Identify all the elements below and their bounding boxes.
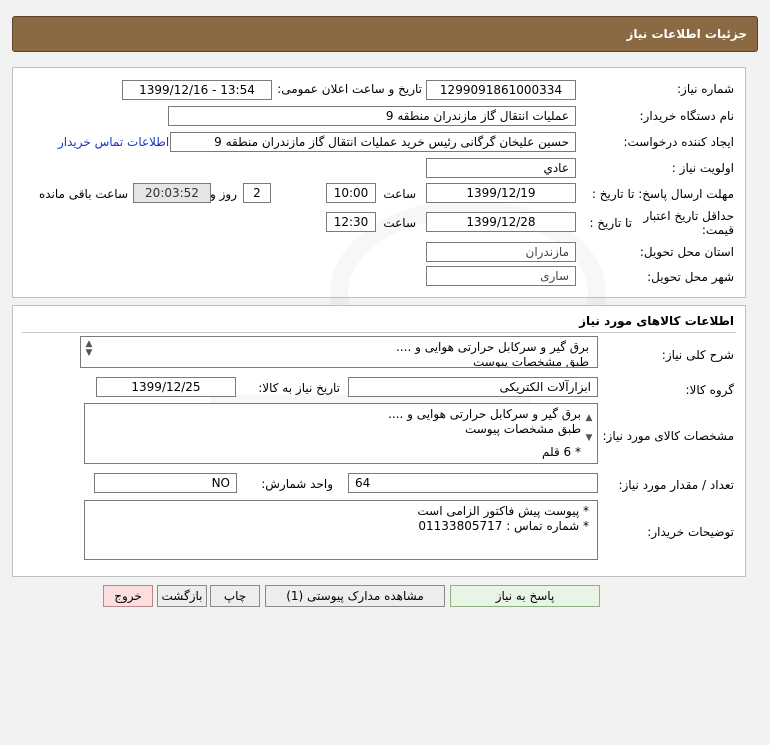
deadline-label: مهلت ارسال پاسخ: تا تاریخ : bbox=[591, 187, 734, 201]
notes-line-2: * شماره تماس : 01133805717 bbox=[418, 519, 589, 533]
specs-label: مشخصات کالای مورد نیاز: bbox=[602, 429, 734, 443]
buyer-org-field: عملیات انتقال گاز مازندران منطقه 9 bbox=[168, 106, 576, 126]
remaining-label: ساعت باقی مانده bbox=[38, 187, 128, 201]
validity-time-field: 12:30 bbox=[326, 212, 376, 232]
requester-field: حسین علیخان گرگانی رئیس خرید عملیات انتق… bbox=[170, 132, 576, 152]
days-remaining-field: 2 bbox=[243, 183, 271, 203]
summary-textarea[interactable]: ▲ ▼ برق گیر و سرکابل حرارتی هوایی و .... … bbox=[80, 336, 598, 368]
requester-label: ایجاد کننده درخواست: bbox=[623, 135, 734, 149]
specs-line-1: برق گیر و سرکابل حرارتی هوایی و .... bbox=[388, 407, 581, 421]
unit-label: واحد شمارش: bbox=[261, 477, 333, 491]
city-label: شهر محل تحویل: bbox=[647, 270, 734, 284]
specs-line-2: طبق مشخصات پیوست bbox=[464, 422, 581, 436]
specs-textarea[interactable]: ▲ ▼ برق گیر و سرکابل حرارتی هوایی و .... … bbox=[84, 403, 598, 464]
unit-field: NO bbox=[94, 473, 237, 493]
remaining-time-field: 20:03:52 bbox=[133, 183, 211, 203]
summary-line-2: طبق مشخصات پیوست bbox=[472, 355, 589, 368]
print-button[interactable]: چاپ bbox=[210, 585, 260, 607]
validity-date-field: 1399/12/28 bbox=[426, 212, 576, 232]
back-button[interactable]: بازگشت bbox=[157, 585, 207, 607]
priority-field: عادي bbox=[426, 158, 576, 178]
deadline-time-field: 10:00 bbox=[326, 183, 376, 203]
province-label: استان محل تحویل: bbox=[639, 245, 734, 259]
validity-time-label: ساعت bbox=[383, 216, 416, 230]
goods-section-title: اطلاعات کالاهای مورد نیاز bbox=[579, 314, 734, 328]
buyer-contact-link[interactable]: اطلاعات تماس خریدار bbox=[58, 135, 169, 149]
deadline-time-label: ساعت bbox=[383, 187, 416, 201]
scroll-arrows-icon[interactable]: ▲ ▼ bbox=[584, 408, 594, 448]
exit-button[interactable]: خروج bbox=[103, 585, 153, 607]
quantity-field: 64 bbox=[348, 473, 598, 493]
validity-label: حداقل تاریخ اعتبار قیمت: bbox=[643, 209, 734, 237]
announce-label: تاریخ و ساعت اعلان عمومی: bbox=[277, 82, 422, 96]
need-number-field: 1299091861000334 bbox=[426, 80, 576, 100]
reply-button[interactable]: پاسخ به نیاز bbox=[450, 585, 600, 607]
buyer-org-label: نام دستگاه خریدار: bbox=[639, 109, 735, 123]
need-date-label: تاریخ نیاز به کالا: bbox=[258, 381, 340, 395]
summary-label: شرح کلی نیاز: bbox=[661, 348, 734, 362]
goods-section-divider bbox=[22, 332, 736, 333]
city-field: ساری bbox=[426, 266, 576, 286]
announce-field: 1399/12/16 - 13:54 bbox=[122, 80, 272, 100]
summary-line-1: برق گیر و سرکابل حرارتی هوایی و .... bbox=[396, 340, 589, 354]
buyer-notes-label: توضیحات خریدار: bbox=[647, 525, 734, 539]
scroll-arrows-icon[interactable]: ▲ ▼ bbox=[84, 340, 94, 358]
province-field: مازندران bbox=[426, 242, 576, 262]
page-header: جزئیات اطلاعات نیاز bbox=[12, 16, 758, 52]
validity-until-label: تا تاریخ : bbox=[589, 216, 632, 230]
goods-group-label: گروه کالا: bbox=[685, 383, 735, 397]
quantity-label: تعداد / مقدار مورد نیاز: bbox=[618, 478, 734, 492]
specs-line-3: * 6 قلم bbox=[542, 445, 581, 459]
priority-label: اولویت نیاز : bbox=[671, 161, 734, 175]
need-date-field: 1399/12/25 bbox=[96, 377, 236, 397]
page-title: جزئیات اطلاعات نیاز bbox=[626, 27, 747, 41]
buyer-notes-textarea[interactable]: * پیوست پیش فاکتور الزامی است * شماره تم… bbox=[84, 500, 598, 560]
need-number-label: شماره نیاز: bbox=[677, 82, 734, 96]
notes-line-1: * پیوست پیش فاکتور الزامی است bbox=[417, 504, 589, 518]
deadline-date-field: 1399/12/19 bbox=[426, 183, 576, 203]
goods-group-field: ابزارآلات الکتریکی bbox=[348, 377, 598, 397]
view-attachments-button[interactable]: مشاهده مدارک پیوستی (1) bbox=[265, 585, 445, 607]
days-label: روز و bbox=[210, 187, 237, 201]
